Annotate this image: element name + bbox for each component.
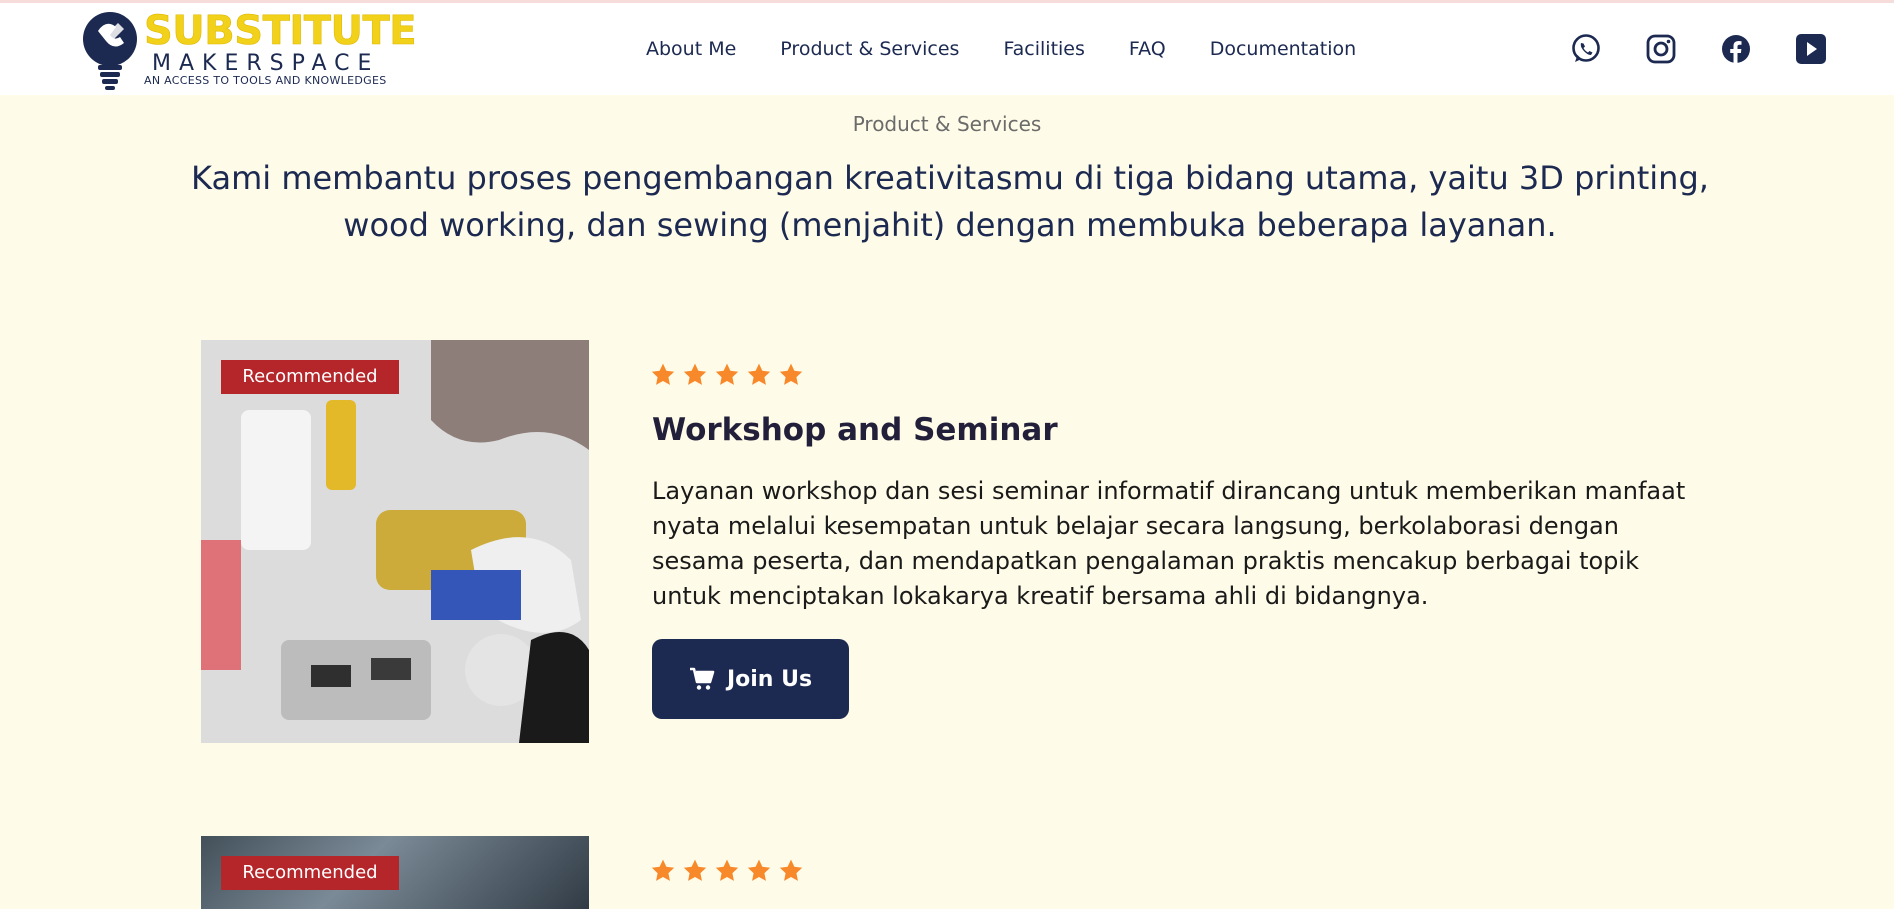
whatsapp-icon[interactable] [1570, 33, 1602, 65]
instagram-icon[interactable] [1645, 33, 1677, 65]
star-icon [683, 859, 707, 881]
facebook-icon[interactable] [1720, 33, 1752, 65]
logo-tagline: AN ACCESS TO TOOLS AND KNOWLEDGES [144, 74, 387, 87]
star-icon [651, 363, 675, 385]
social-links [1570, 33, 1870, 65]
card-title: Workshop and Seminar [652, 412, 1058, 448]
join-us-label: Join Us [726, 666, 813, 692]
card-description: Layanan workshop dan sesi seminar inform… [652, 477, 1686, 610]
rating-stars [650, 858, 804, 884]
cart-icon [689, 667, 715, 690]
nav-product-services[interactable]: Product & Services [780, 38, 959, 60]
page-headline: Kami membantu proses pengembangan kreati… [191, 159, 1709, 244]
star-icon [715, 859, 739, 881]
star-icon [651, 859, 675, 881]
section-label: Product & Services [852, 112, 1042, 136]
star-icon [715, 363, 739, 385]
nav-facilities[interactable]: Facilities [1003, 38, 1084, 60]
logo-title: SUBSTITUTE [144, 8, 417, 54]
site-header: SUBSTITUTE MAKERSPACE AN ACCESS TO TOOLS… [0, 3, 1894, 95]
workshop-photo-illustration [201, 340, 589, 743]
workshop-photo [201, 340, 589, 743]
nav-faq[interactable]: FAQ [1129, 38, 1166, 60]
star-icon [779, 363, 803, 385]
recommended-badge: Recommended [221, 360, 399, 394]
nav-about-me[interactable]: About Me [646, 38, 736, 60]
main-nav: About Me Product & Services Facilities F… [646, 38, 1400, 60]
star-icon [683, 363, 707, 385]
lightbulb-logo-icon [83, 12, 137, 90]
join-us-button[interactable]: Join Us [652, 639, 849, 719]
nav-documentation[interactable]: Documentation [1210, 38, 1356, 60]
star-icon [779, 859, 803, 881]
recommended-badge: Recommended [221, 856, 399, 890]
youtube-icon[interactable] [1795, 33, 1827, 65]
star-icon [747, 859, 771, 881]
logo-subtitle: MAKERSPACE [152, 51, 380, 76]
star-icon [747, 363, 771, 385]
rating-stars [650, 362, 804, 388]
site-logo[interactable]: SUBSTITUTE MAKERSPACE AN ACCESS TO TOOLS… [78, 7, 418, 93]
